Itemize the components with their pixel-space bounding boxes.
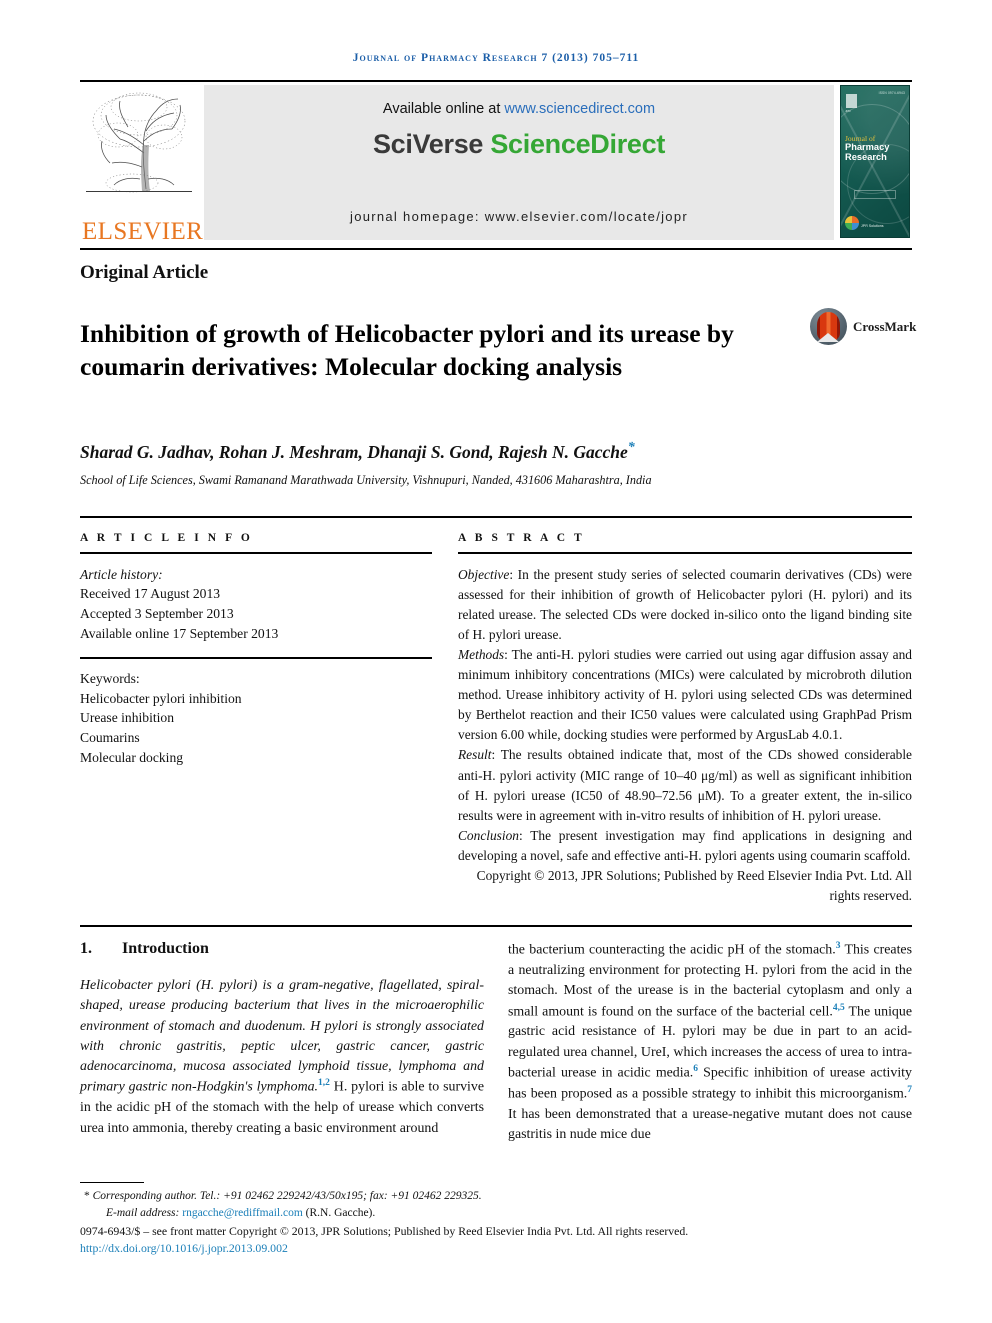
sciencedirect-word: ScienceDirect (490, 129, 666, 159)
keyword-item: Molecular docking (80, 749, 184, 765)
elsevier-logo: ELSEVIER (80, 85, 203, 244)
abstract-methods-label: Methods (458, 646, 505, 662)
crossmark-icon-notch (817, 332, 839, 342)
intro-right-text-5: It has been demonstrated that a urease-n… (508, 1106, 912, 1143)
introduction-paragraph-left: Helicobacter pylori (H. pylori) is a gra… (80, 976, 484, 1139)
abstract-objective-label: Objective (458, 566, 510, 582)
issn-copyright-line: 0974-6943/$ – see front matter Copyright… (80, 1224, 689, 1239)
abstract-objective: Objective: In the present study series o… (458, 565, 912, 645)
journal-article-page: Journal of Pharmacy Research 7 (2013) 70… (0, 0, 992, 1323)
abstract-methods-text: : The anti-H. pylori studies were carrie… (458, 646, 912, 743)
journal-homepage-line[interactable]: journal homepage: www.elsevier.com/locat… (204, 209, 834, 224)
sciencedirect-banner: Available online at www.sciencedirect.co… (204, 85, 834, 240)
abstract-result: Result: The results obtained indicate th… (458, 745, 912, 825)
corresponding-author-marker: * (627, 440, 635, 455)
journal-cover-thumbnail: JPR ISSN 0974-6943 Journal of Pharmacy R… (840, 85, 912, 240)
introduction-title: Introduction (122, 940, 209, 957)
introduction-paragraph-right: the bacterium counteracting the acidic p… (508, 940, 912, 1145)
sciverse-word: SciVerse (372, 129, 491, 159)
introduction-left-column: 1. Introduction Helicobacter pylori (H. … (80, 940, 484, 1139)
reference-marker[interactable]: 7 (907, 1085, 912, 1095)
article-info-heading: A R T I C L E I N F O (80, 532, 253, 544)
body-top-rule (80, 925, 912, 928)
elsevier-tree-icon (84, 87, 194, 202)
author-names: Sharad G. Jadhav, Rohan J. Meshram, Dhan… (80, 441, 628, 462)
abstract-heading: A B S T R A C T (458, 532, 585, 544)
introduction-number: 1. (80, 940, 92, 957)
abstract-copyright: Copyright © 2013, JPR Solutions; Publish… (476, 868, 912, 904)
abstract-conclusion-text: : The present investigation may find app… (458, 827, 912, 864)
abstract-methods: Methods: The anti-H. pylori studies were… (458, 645, 912, 746)
intro-left-text-1: Helicobacter pylori (H. pylori) is a gra… (80, 978, 484, 1096)
abstract-result-label: Result (458, 747, 492, 763)
cover-issn-text: ISSN 0974-6943 (878, 91, 905, 95)
keyword-item: Urease inhibition (80, 710, 175, 726)
keywords-block: Keywords: Helicobacter pylori inhibition… (80, 669, 432, 768)
introduction-right-column: the bacterium counteracting the acidic p… (508, 940, 912, 1145)
abstract-result-text: : The results obtained indicate that, mo… (458, 747, 912, 823)
article-history-block: Article history: Received 17 August 2013… (80, 565, 432, 644)
article-type-label: Original Article (80, 262, 209, 283)
email-label: E-mail address: (106, 1206, 183, 1219)
elsevier-tree-svg (92, 92, 186, 193)
abstract-conclusion: Conclusion: The present investigation ma… (458, 826, 912, 866)
cover-journal-title: Pharmacy Research (845, 142, 890, 162)
available-online-text: Available online at www.sciencedirect.co… (204, 101, 834, 117)
introduction-heading: 1. Introduction (80, 940, 484, 958)
cover-society-badge-icon (845, 216, 859, 230)
available-online-prefix: Available online at (382, 101, 505, 117)
page-title: Inhibition of growth of Helicobacter pyl… (80, 319, 734, 382)
sciencedirect-link[interactable]: www.sciencedirect.com (504, 101, 655, 117)
elsevier-tree-groundline (86, 190, 192, 192)
abstract-column: A B S T R A C T Objective: In the presen… (458, 532, 912, 906)
elsevier-wordmark: ELSEVIER (82, 218, 204, 245)
reference-marker[interactable]: 1,2 (318, 1078, 330, 1088)
abstract-body: Objective: In the present study series o… (458, 565, 912, 907)
cover-badge-label: JPR Solutions (861, 224, 884, 228)
masthead-bottom-rule (80, 248, 912, 250)
article-info-heading-rule (80, 552, 432, 554)
email-note: E-mail address: rngacche@rediffmail.com … (80, 1205, 912, 1222)
keyword-item: Coumarins (80, 730, 140, 746)
journal-masthead: ELSEVIER Available online at www.science… (80, 80, 912, 244)
crossmark-label: CrossMark (853, 319, 917, 334)
abstract-conclusion-label: Conclusion (458, 827, 520, 843)
doi-link[interactable]: http://dx.doi.org/10.1016/j.jopr.2013.09… (80, 1240, 912, 1257)
page-footer: * Corresponding author. Tel.: +91 02462 … (80, 1188, 912, 1258)
article-history-item: Accepted 3 September 2013 (80, 605, 234, 621)
article-history-item: Received 17 August 2013 (80, 586, 221, 602)
cover-emblem-icon (846, 94, 857, 108)
abstract-section-top-rule (80, 516, 912, 518)
crossmark-badge[interactable]: CrossMark (810, 308, 916, 348)
keyword-item: Helicobacter pylori inhibition (80, 690, 242, 706)
email-link[interactable]: rngacche@rediffmail.com (182, 1207, 303, 1219)
cover-emblem-label: JPR (845, 109, 851, 113)
keywords-label: Keywords: (80, 670, 140, 686)
reference-marker[interactable]: 4,5 (833, 1003, 845, 1013)
keywords-rule (80, 657, 432, 659)
corresponding-author-note: * Corresponding author. Tel.: +91 02462 … (80, 1188, 912, 1205)
affiliation: School of Life Sciences, Swami Ramanand … (80, 473, 652, 487)
intro-right-text-1: the bacterium counteracting the acidic p… (508, 942, 836, 958)
article-info-column: A R T I C L E I N F O Article history: R… (80, 532, 432, 767)
abstract-objective-text: : In the present study series of selecte… (458, 566, 912, 642)
author-list: Sharad G. Jadhav, Rohan J. Meshram, Dhan… (80, 440, 860, 463)
corresponding-author-text: Corresponding author. Tel.: +91 02462 22… (92, 1190, 482, 1202)
article-history-item: Available online 17 September 2013 (80, 625, 279, 641)
running-head: Journal of Pharmacy Research 7 (2013) 70… (352, 52, 640, 64)
email-suffix: (R.N. Gacche). (302, 1206, 376, 1219)
footnote-rule (80, 1182, 144, 1184)
journal-cover-image: JPR ISSN 0974-6943 Journal of Pharmacy R… (840, 85, 910, 238)
corresponding-author-footnote-marker: * (84, 1190, 90, 1202)
cover-rectangle-decoration (854, 190, 896, 199)
article-history-label: Article history: (80, 566, 163, 582)
crossmark-icon (810, 308, 847, 345)
abstract-heading-rule (458, 552, 912, 554)
sciverse-sciencedirect-logo: SciVerse ScienceDirect (204, 129, 834, 160)
